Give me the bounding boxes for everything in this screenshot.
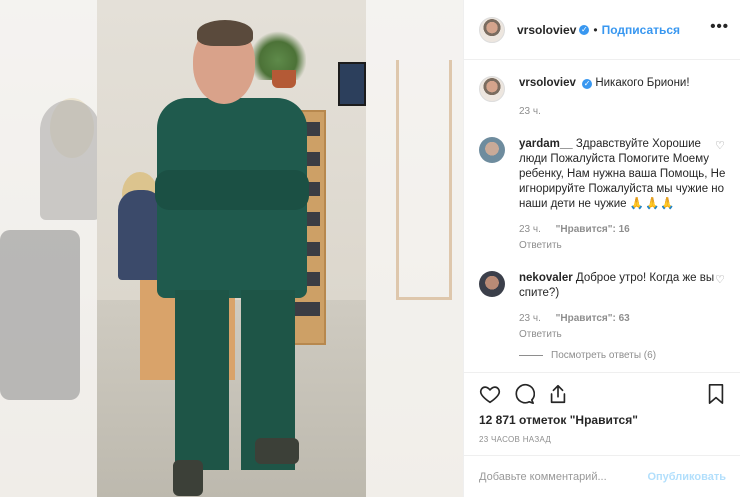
more-options-icon[interactable]: ••• — [710, 18, 729, 35]
comment-likes-count[interactable]: "Нравится": 16 — [556, 224, 630, 235]
comment-username[interactable]: nekovaler — [519, 272, 573, 284]
likes-count[interactable]: 12 871 отметок "Нравится" — [479, 413, 726, 427]
photo-monitor — [338, 62, 366, 106]
heart-icon[interactable] — [479, 383, 501, 405]
caption-time[interactable]: 23 ч. — [519, 106, 541, 117]
view-replies-button[interactable]: Посмотреть ответы (6) — [519, 350, 726, 361]
comment-like-heart-icon[interactable]: ♡ — [715, 275, 726, 286]
reply-button[interactable]: Ответить — [519, 327, 726, 342]
author-avatar[interactable] — [479, 16, 505, 43]
reply-button[interactable]: Ответить — [519, 238, 726, 253]
comment-icon[interactable] — [513, 383, 535, 405]
post-header: vrsoloviev ✓ • Подписаться ••• — [464, 0, 740, 60]
post-timestamp[interactable]: 23 ЧАСОВ НАЗАД — [479, 435, 726, 444]
comment-time[interactable]: 23 ч. — [519, 224, 541, 235]
author-username[interactable]: vrsoloviev — [517, 23, 576, 37]
comment-emoji: 🙏🙏🙏 — [629, 198, 676, 210]
comment-avatar[interactable] — [479, 137, 505, 163]
post-photo[interactable] — [0, 0, 463, 497]
comment-item: yardam__ Здравствуйте Хорошие люди Пожал… — [479, 137, 726, 253]
comment-input[interactable] — [479, 470, 648, 483]
share-icon[interactable] — [547, 383, 569, 405]
comment-username[interactable]: yardam__ — [519, 138, 573, 150]
caption-avatar[interactable] — [479, 76, 505, 102]
caption-username[interactable]: vrsoloviev — [519, 77, 576, 89]
verified-badge-icon: ✓ — [579, 24, 590, 35]
comment-like-heart-icon[interactable]: ♡ — [715, 141, 726, 152]
add-comment-bar: Опубликовать — [464, 455, 740, 497]
verified-badge-icon: ✓ — [582, 79, 593, 89]
post-side-panel: vrsoloviev ✓ • Подписаться ••• vrsolovie… — [463, 0, 740, 497]
photo-left-fade — [0, 0, 97, 497]
comment-likes-count[interactable]: "Нравится": 63 — [556, 313, 630, 324]
caption: vrsoloviev ✓ Никакого Бриони! 23 ч. — [479, 76, 726, 119]
comment-avatar[interactable] — [479, 271, 505, 297]
header-separator-dot: • — [593, 22, 598, 37]
comments-list[interactable]: vrsoloviev ✓ Никакого Бриони! 23 ч. yard… — [464, 61, 740, 372]
caption-text: Никакого Бриони! — [595, 77, 690, 89]
photo-man-standing — [145, 20, 325, 497]
photo-right-fade — [366, 0, 463, 497]
publish-button[interactable]: Опубликовать — [647, 471, 726, 483]
comment-item: nekovaler Доброе утро! Когда же вы спите… — [479, 271, 726, 342]
follow-button[interactable]: Подписаться — [602, 23, 680, 37]
bookmark-icon[interactable] — [706, 383, 726, 405]
comment-time[interactable]: 23 ч. — [519, 313, 541, 324]
